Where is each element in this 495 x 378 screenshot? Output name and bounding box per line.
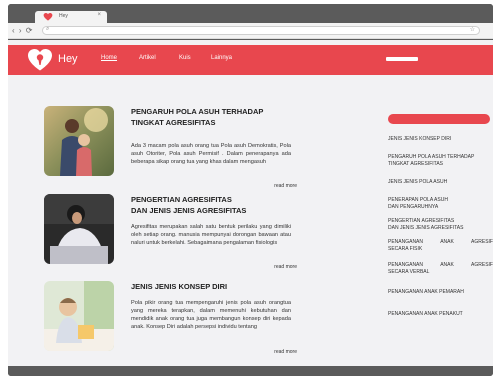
article-excerpt: Pola pikir orang tua mempengaruhi jenis … — [131, 300, 291, 330]
close-tab-icon[interactable]: × — [97, 12, 101, 18]
article-title-line[interactable]: DAN JENIS JENIS AGRESIFITAS — [131, 205, 296, 216]
sidebar-item[interactable]: PENANGANAN ANAK AGRESIF SECARA FISIK — [388, 239, 493, 253]
sidebar-item-label[interactable]: PENGARUH POLA ASUH TERHADAP — [388, 154, 493, 161]
tab-title: Hey — [59, 13, 68, 19]
sidebar-item[interactable]: PENANGANAN ANAK AGRESIF SECARA VERBAL — [388, 262, 493, 276]
sidebar-item[interactable]: PENGERTIAN AGRESIFITAS DAN JENIS JENIS A… — [388, 218, 493, 232]
article-excerpt: Agresifitas merupakan salah satu bentuk … — [131, 224, 291, 246]
article-excerpt: Ada 3 macam pola asuh orang tua Pola asu… — [131, 143, 291, 165]
tab-strip: Hey × — [8, 4, 493, 23]
search-icon: ⌕ — [46, 26, 50, 32]
article-card[interactable]: PENGERTIAN AGRESIFITAS DAN JENIS JENIS A… — [44, 194, 297, 270]
nav-link-lainnya[interactable]: Lainnya — [211, 55, 232, 61]
sidebar-item-label[interactable]: DAN PENGARUHNYA — [388, 204, 493, 211]
browser-window: Hey × ‹ › ⟳ ⌕ ☆ Hey Home Artikel Kuis La… — [8, 4, 493, 376]
sidebar-item-label[interactable]: JENIS JENIS KONSEP DIRI — [388, 136, 493, 143]
sidebar-item-label[interactable]: PENANGANAN ANAK PEMARAH — [388, 289, 493, 296]
sidebar-item[interactable]: PENANGANAN ANAK PEMARAH — [388, 289, 493, 296]
read-more-link[interactable]: read more — [274, 264, 297, 270]
navigation-icons[interactable]: ‹ › ⟳ — [12, 26, 33, 35]
article-title[interactable]: JENIS JENIS KONSEP DIRI — [131, 281, 296, 292]
nav-search-bar[interactable] — [386, 57, 418, 61]
nav-link-home[interactable]: Home — [101, 55, 117, 61]
article-card[interactable]: PENGARUH POLA ASUH TERHADAP TINGKAT AGRE… — [44, 106, 297, 189]
site-navbar: Hey Home Artikel Kuis Lainnya — [8, 45, 493, 75]
article-title[interactable]: PENGERTIAN AGRESIFITAS DAN JENIS JENIS A… — [131, 194, 296, 216]
article-image[interactable] — [44, 106, 114, 176]
page-footer — [8, 366, 493, 376]
heart-logo-icon — [43, 13, 53, 21]
article-title-line[interactable]: PENGARUH POLA ASUH TERHADAP — [131, 106, 296, 117]
brand-name[interactable]: Hey — [58, 53, 78, 65]
article-title-line[interactable]: TINGKAT AGRESIFITAS — [131, 117, 296, 128]
nav-link-artikel[interactable]: Artikel — [139, 55, 156, 61]
article-image[interactable] — [44, 281, 114, 351]
sidebar-item-label[interactable]: DAN JENIS JENIS AGRESIFITAS — [388, 225, 493, 232]
sidebar-item[interactable]: PENANGANAN ANAK PENAKUT — [388, 311, 493, 318]
sidebar-item-label[interactable]: PENGERTIAN AGRESIFITAS — [388, 218, 493, 225]
bookmark-star-icon[interactable]: ☆ — [470, 26, 475, 33]
sidebar-item-label[interactable]: SECARA FISIK — [388, 246, 493, 253]
sidebar-item-label[interactable]: JENIS JENIS POLA ASUH — [388, 179, 493, 186]
article-title-line[interactable]: JENIS JENIS KONSEP DIRI — [131, 281, 296, 292]
sidebar-item[interactable]: PENERAPAN POLA ASUH DAN PENGARUHNYA — [388, 197, 493, 211]
sidebar-header-bar — [388, 114, 490, 124]
url-input[interactable]: ⌕ ☆ — [42, 26, 480, 35]
article-image[interactable] — [44, 194, 114, 264]
heart-logo-icon[interactable] — [28, 49, 52, 71]
article-title-line[interactable]: PENGERTIAN AGRESIFITAS — [131, 194, 296, 205]
browser-tab[interactable]: Hey × — [35, 11, 107, 23]
sidebar-item-label[interactable]: PENANGANAN ANAK PENAKUT — [388, 311, 493, 318]
article-title[interactable]: PENGARUH POLA ASUH TERHADAP TINGKAT AGRE… — [131, 106, 296, 128]
nav-link-kuis[interactable]: Kuis — [179, 55, 191, 61]
sidebar-item-label[interactable]: SECARA VERBAL — [388, 269, 493, 276]
sidebar-item[interactable]: JENIS JENIS POLA ASUH — [388, 179, 493, 186]
sidebar-item-label[interactable]: TINGKAT AGRESIFITAS — [388, 161, 493, 168]
web-page: Hey Home Artikel Kuis Lainnya PENGARUH P… — [8, 40, 493, 366]
sidebar-item[interactable]: PENGARUH POLA ASUH TERHADAP TINGKAT AGRE… — [388, 154, 493, 168]
read-more-link[interactable]: read more — [274, 183, 297, 189]
article-card[interactable]: JENIS JENIS KONSEP DIRI Pola pikir orang… — [44, 281, 297, 355]
read-more-link[interactable]: read more — [274, 349, 297, 355]
sidebar-item-label[interactable]: PENERAPAN POLA ASUH — [388, 197, 493, 204]
sidebar-item-label[interactable]: PENANGANAN ANAK AGRESIF — [388, 239, 493, 246]
address-bar: ‹ › ⟳ ⌕ ☆ — [8, 23, 493, 39]
sidebar-item-label[interactable]: PENANGANAN ANAK AGRESIF — [388, 262, 493, 269]
sidebar-item[interactable]: JENIS JENIS KONSEP DIRI — [388, 136, 493, 143]
